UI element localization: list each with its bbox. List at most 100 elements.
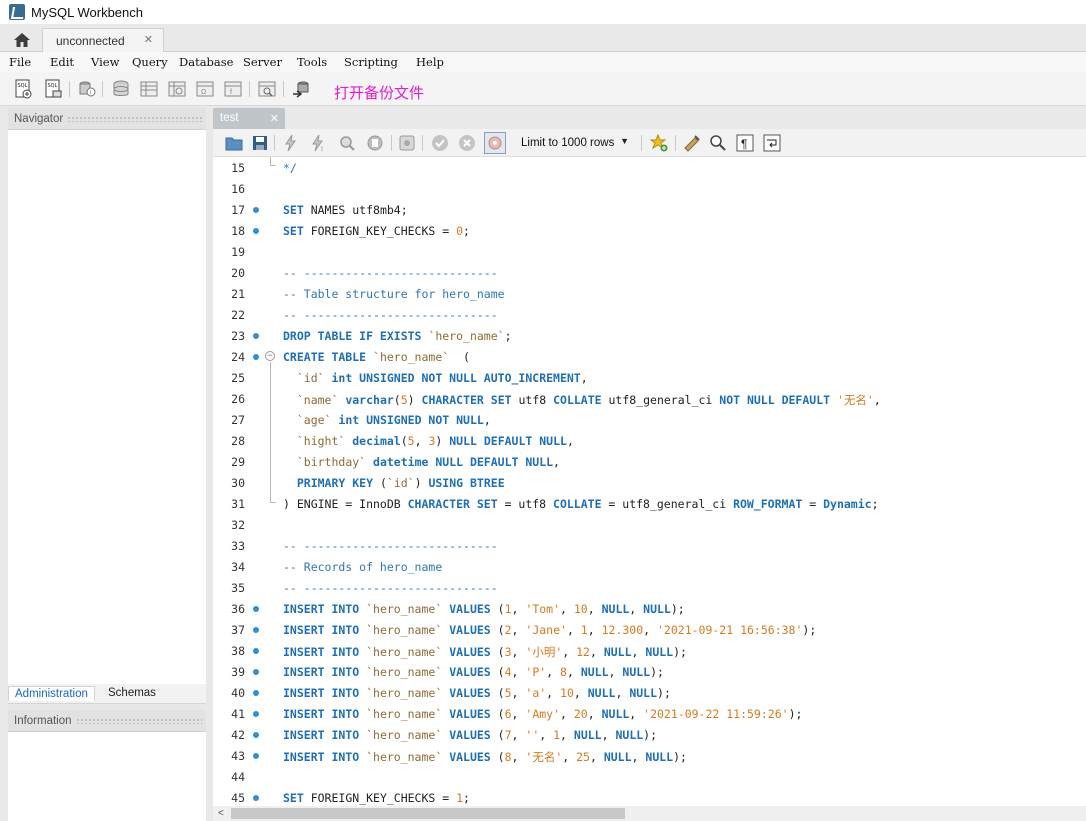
code-text: INSERT INTO `hero_name` VALUES (7, '', 1…: [283, 728, 657, 742]
save-icon[interactable]: [249, 132, 271, 154]
execute-current-icon[interactable]: I: [308, 132, 330, 154]
code-line[interactable]: 21 -- Table structure for hero_name: [213, 283, 1086, 304]
create-procedure-icon[interactable]: Ω: [194, 78, 216, 100]
invisible-chars-icon[interactable]: ¶: [734, 132, 756, 154]
code-line[interactable]: 45 SET FOREIGN_KEY_CHECKS = 1;: [213, 787, 1086, 806]
code-line[interactable]: 33 -- ----------------------------: [213, 535, 1086, 556]
explain-icon[interactable]: [336, 132, 358, 154]
menu-tools[interactable]: Tools: [297, 55, 327, 69]
code-token: -- Records of hero_name: [283, 560, 443, 574]
sql-editor[interactable]: 15 */16 17 SET NAMES utf8mb4; 18 SET FOREIGN_…: [213, 157, 1086, 806]
stop-icon[interactable]: [364, 132, 386, 154]
code-line[interactable]: 36 INSERT INTO `hero_name` VALUES (1, 'To…: [213, 598, 1086, 619]
code-token: 'a': [525, 686, 547, 700]
code-line[interactable]: 43 INSERT INTO `hero_name` VALUES (8, '无名…: [213, 745, 1086, 766]
code-line[interactable]: 19: [213, 241, 1086, 262]
code-line[interactable]: 41 INSERT INTO `hero_name` VALUES (6, 'Am…: [213, 703, 1086, 724]
reconnect-icon[interactable]: [290, 78, 312, 100]
wrap-icon[interactable]: [761, 132, 783, 154]
menu-scripting[interactable]: Scripting: [344, 55, 398, 69]
connection-tab[interactable]: unconnected ✕: [42, 28, 164, 52]
code-line[interactable]: 28 `hight` decimal(5, 3) NULL DEFAULT NU…: [213, 430, 1086, 451]
open-sql-file-icon[interactable]: SQL: [42, 78, 64, 100]
code-token: VALUES: [442, 602, 491, 616]
beautify-icon[interactable]: [681, 132, 703, 154]
code-line[interactable]: 38 INSERT INTO `hero_name` VALUES (3, '小明…: [213, 640, 1086, 661]
code-token: 10: [573, 602, 588, 616]
scrollbar-thumb[interactable]: [231, 808, 625, 819]
code-line[interactable]: 37 INSERT INTO `hero_name` VALUES (2, 'Ja…: [213, 619, 1086, 640]
limit-rows-select[interactable]: Limit to 1000 rows ▼: [510, 132, 635, 154]
fold-toggle-icon[interactable]: −: [265, 351, 275, 361]
open-file-icon[interactable]: [223, 132, 245, 154]
code-line[interactable]: 32: [213, 514, 1086, 535]
home-icon[interactable]: [8, 29, 36, 51]
code-line[interactable]: 40 INSERT INTO `hero_name` VALUES (5, 'a'…: [213, 682, 1086, 703]
toggle-autocommit-icon[interactable]: [396, 132, 418, 154]
menu-database[interactable]: Database: [179, 55, 233, 69]
code-token: `hero_name`: [366, 623, 443, 637]
search-table-data-icon[interactable]: [256, 78, 278, 100]
code-text: -- ----------------------------: [283, 308, 498, 322]
close-icon[interactable]: ✕: [270, 112, 279, 125]
code-line[interactable]: 34 -- Records of hero_name: [213, 556, 1086, 577]
menu-file[interactable]: File: [9, 55, 31, 69]
close-icon[interactable]: ✕: [144, 33, 153, 46]
drag-handle[interactable]: [67, 115, 202, 122]
commit-icon[interactable]: [429, 132, 451, 154]
statement-marker-icon: [253, 333, 259, 339]
toggle-output-icon[interactable]: [484, 132, 506, 154]
menu-edit[interactable]: Edit: [50, 55, 74, 69]
code-line[interactable]: 22 -- ----------------------------: [213, 304, 1086, 325]
navigator-panel[interactable]: [8, 130, 206, 684]
create-table-icon[interactable]: [138, 78, 160, 100]
editor-tab-test[interactable]: test ✕: [213, 108, 285, 129]
code-line[interactable]: 23 DROP TABLE IF EXISTS `hero_name`;: [213, 325, 1086, 346]
code-text: -- ----------------------------: [283, 539, 498, 553]
menu-query[interactable]: Query: [132, 55, 168, 69]
code-line[interactable]: 25 `id` int UNSIGNED NOT NULL AUTO_INCRE…: [213, 367, 1086, 388]
code-token: NULL: [587, 686, 616, 700]
add-snippet-icon[interactable]: [648, 132, 670, 154]
code-token: `id`: [386, 476, 415, 490]
create-schema-icon[interactable]: [110, 78, 132, 100]
code-line[interactable]: 24 − CREATE TABLE `hero_name` (: [213, 346, 1086, 367]
tab-administration[interactable]: Administration: [8, 686, 95, 701]
code-line[interactable]: 29 `birthday` datetime NULL DEFAULT NULL…: [213, 451, 1086, 472]
create-view-icon[interactable]: [166, 78, 188, 100]
code-line[interactable]: 18 SET FOREIGN_KEY_CHECKS = 0;: [213, 220, 1086, 241]
code-token: ,: [587, 707, 602, 721]
code-line[interactable]: 26 `name` varchar(5) CHARACTER SET utf8 …: [213, 388, 1086, 409]
code-token: 'Amy': [525, 707, 561, 721]
code-line[interactable]: 20 -- ----------------------------: [213, 262, 1086, 283]
execute-icon[interactable]: [280, 132, 302, 154]
code-line[interactable]: 35 -- ----------------------------: [213, 577, 1086, 598]
code-line[interactable]: 27 `age` int UNSIGNED NOT NULL,: [213, 409, 1086, 430]
scroll-left-icon[interactable]: <: [218, 808, 224, 819]
code-line[interactable]: 39 INSERT INTO `hero_name` VALUES (4, 'P'…: [213, 661, 1086, 682]
code-line[interactable]: 30 PRIMARY KEY (`id`) USING BTREE: [213, 472, 1086, 493]
menu-server[interactable]: Server: [243, 55, 282, 69]
tab-schemas[interactable]: Schemas: [102, 686, 162, 700]
create-function-icon[interactable]: f: [222, 78, 244, 100]
rollback-icon[interactable]: [456, 132, 478, 154]
code-line[interactable]: 31) ENGINE = InnoDB CHARACTER SET = utf8…: [213, 493, 1086, 514]
code-token: NULL: [603, 750, 632, 764]
code-line[interactable]: 42 INSERT INTO `hero_name` VALUES (7, '',…: [213, 724, 1086, 745]
drag-handle[interactable]: [75, 717, 202, 724]
code-line[interactable]: 16: [213, 178, 1086, 199]
find-icon[interactable]: [707, 132, 729, 154]
inspector-icon[interactable]: i: [76, 78, 98, 100]
code-line[interactable]: 15 */: [213, 157, 1086, 178]
code-token: ,: [631, 750, 646, 764]
horizontal-scrollbar[interactable]: <: [213, 806, 1086, 821]
menu-help[interactable]: Help: [416, 55, 444, 69]
code-line[interactable]: 44: [213, 766, 1086, 787]
code-token: `birthday`: [296, 455, 367, 469]
new-sql-tab-icon[interactable]: SQL: [12, 78, 34, 100]
code-token: NULL: [615, 728, 644, 742]
menu-view[interactable]: View: [91, 55, 119, 69]
code-line[interactable]: 17 SET NAMES utf8mb4;: [213, 199, 1086, 220]
code-token: 5: [400, 393, 408, 407]
